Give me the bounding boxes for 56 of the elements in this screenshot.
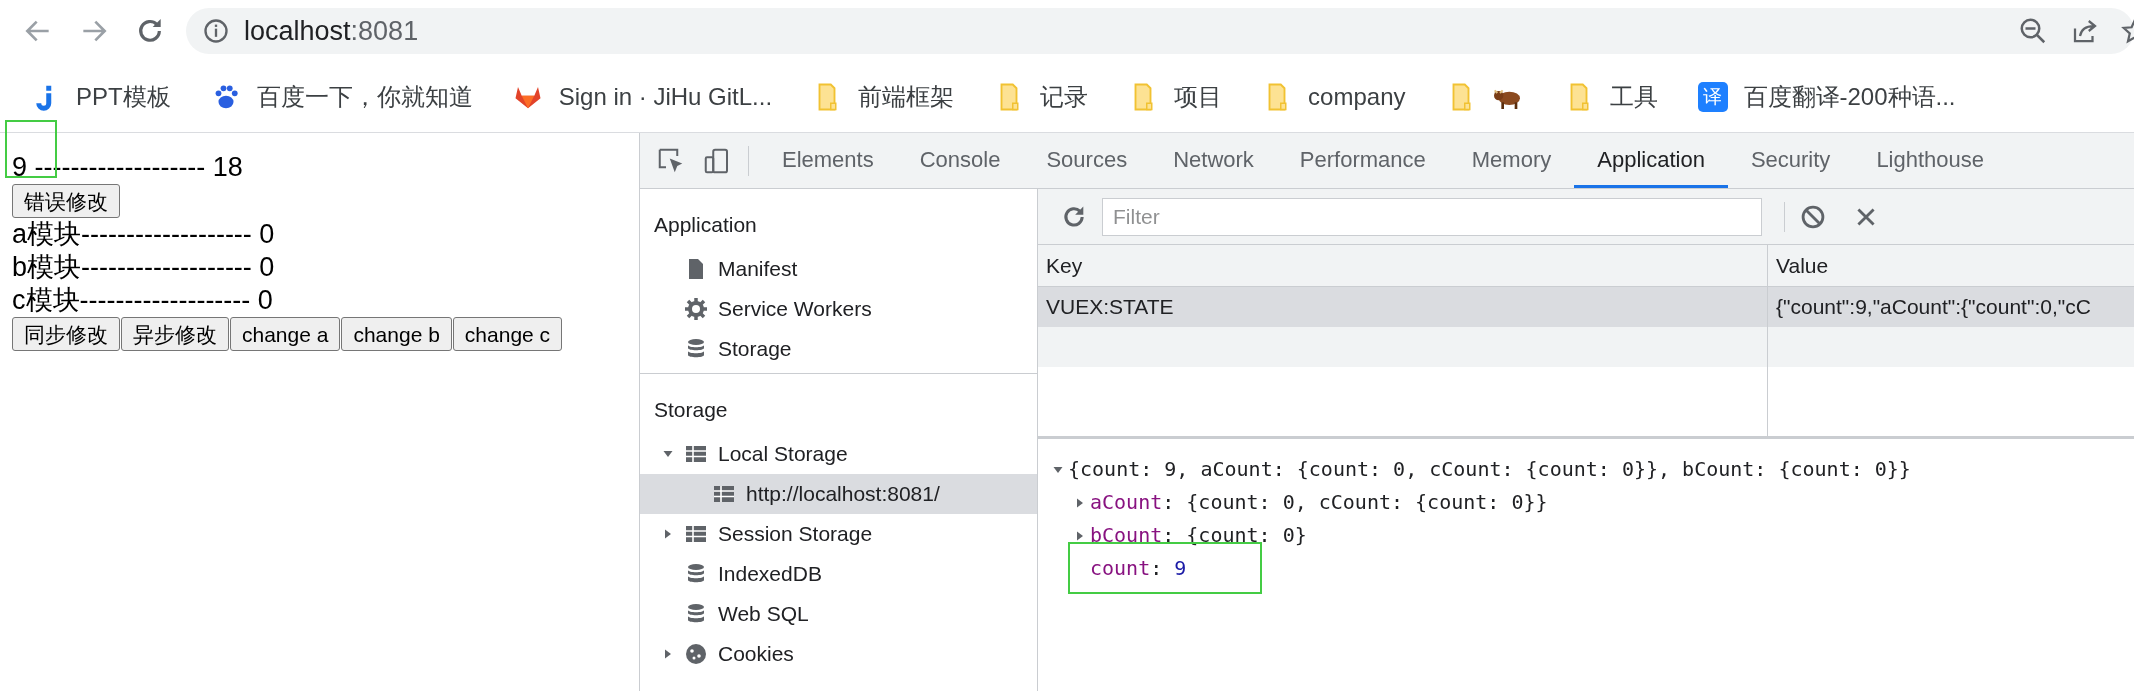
action-button[interactable]: change c bbox=[452, 317, 563, 351]
sidebar-item[interactable]: http://localhost:8081/ bbox=[640, 474, 1037, 514]
zoom-out-icon[interactable] bbox=[2018, 16, 2048, 46]
property-value: {count: 0, cCount: {count: 0}} bbox=[1186, 489, 1548, 516]
devtools-tab[interactable]: Lighthouse bbox=[1853, 133, 2008, 188]
sidebar-item[interactable]: Cookies bbox=[640, 634, 1037, 674]
bookmark[interactable]: Sign in · JiHu GitL... bbox=[512, 79, 773, 115]
sidebar-heading: Storage bbox=[653, 397, 729, 424]
devtools-tab[interactable]: Console bbox=[896, 133, 1024, 188]
translate-icon: 译 bbox=[1697, 82, 1728, 112]
column-header[interactable]: Value bbox=[1768, 245, 2134, 286]
table-row[interactable]: VUEX:STATE {"count":9,"aCount":{"count":0,"cC bbox=[1038, 287, 2134, 327]
object-summary: {count: 9, aCount: {count: 0, cCount: {count: 0}}, bCount: {count: 0}} bbox=[1068, 456, 1911, 483]
table-cell-text: {"count":9,"aCount":{"count":0,"cC bbox=[1775, 294, 2092, 321]
sidebar-item[interactable]: Session Storage bbox=[640, 514, 1037, 554]
bookmark[interactable]: 记录 bbox=[994, 79, 1089, 115]
sidebar-item[interactable]: IndexedDB bbox=[640, 554, 1037, 594]
url-text: localhost:8081 bbox=[244, 14, 419, 48]
action-button[interactable]: 异步修改 bbox=[121, 317, 229, 351]
fix-button[interactable]: 错误修改 bbox=[12, 184, 120, 218]
sidebar-item[interactable]: Storage bbox=[640, 329, 1037, 369]
bookmark[interactable]: 百度一下，你就知道 bbox=[210, 79, 473, 115]
bookmark[interactable]: PPT模板 bbox=[30, 79, 171, 115]
devtools-tab[interactable]: Network bbox=[1150, 133, 1277, 188]
property-key: aCount: bbox=[1090, 486, 1175, 519]
info-icon[interactable] bbox=[202, 17, 230, 45]
devtools-tab[interactable]: Performance bbox=[1276, 133, 1449, 188]
devtools-tab[interactable]: Memory bbox=[1448, 133, 1575, 188]
devtools-tab[interactable]: Sources bbox=[1023, 133, 1151, 188]
sidebar-item[interactable]: Local Storage bbox=[640, 434, 1037, 474]
bookmark[interactable]: 工具 bbox=[1563, 79, 1658, 115]
gear-icon bbox=[684, 297, 708, 321]
property-value: 9 bbox=[1174, 555, 1187, 582]
property-value: {count: 0} bbox=[1186, 522, 1307, 549]
module-count-text: c模块------------------- 0 bbox=[12, 284, 274, 317]
bookmark[interactable]: 前端框架 bbox=[812, 79, 955, 115]
sidebar-item[interactable]: Service Workers bbox=[640, 289, 1037, 329]
bookmark[interactable]: 译 百度翻译-200种语... bbox=[1697, 79, 1956, 115]
cookie-icon bbox=[684, 642, 708, 666]
property-key: count: bbox=[1090, 552, 1163, 585]
property-key: bCount: bbox=[1090, 519, 1175, 552]
sidebar-heading: Application bbox=[653, 212, 758, 239]
address-bar[interactable]: localhost:8081 bbox=[186, 8, 2134, 54]
filter-field[interactable]: Filter bbox=[1102, 197, 1762, 236]
module-count-text: a模块------------------- 0 bbox=[12, 218, 276, 251]
devtools-tab[interactable]: Elements bbox=[759, 133, 897, 188]
bookmark[interactable]: 项目 bbox=[1128, 79, 1223, 115]
bookmark[interactable]: company bbox=[1262, 79, 1406, 115]
module-count-text: b模块------------------- 0 bbox=[12, 251, 276, 284]
action-button[interactable]: change b bbox=[341, 317, 452, 351]
sidebar-item[interactable]: Manifest bbox=[640, 249, 1037, 289]
action-button[interactable]: 同步修改 bbox=[12, 317, 120, 351]
action-button[interactable]: change a bbox=[230, 317, 341, 351]
devtools-tab[interactable]: Security bbox=[1727, 133, 1854, 188]
sidebar-item[interactable]: Web SQL bbox=[640, 594, 1037, 634]
column-header[interactable]: Key bbox=[1038, 245, 1768, 286]
